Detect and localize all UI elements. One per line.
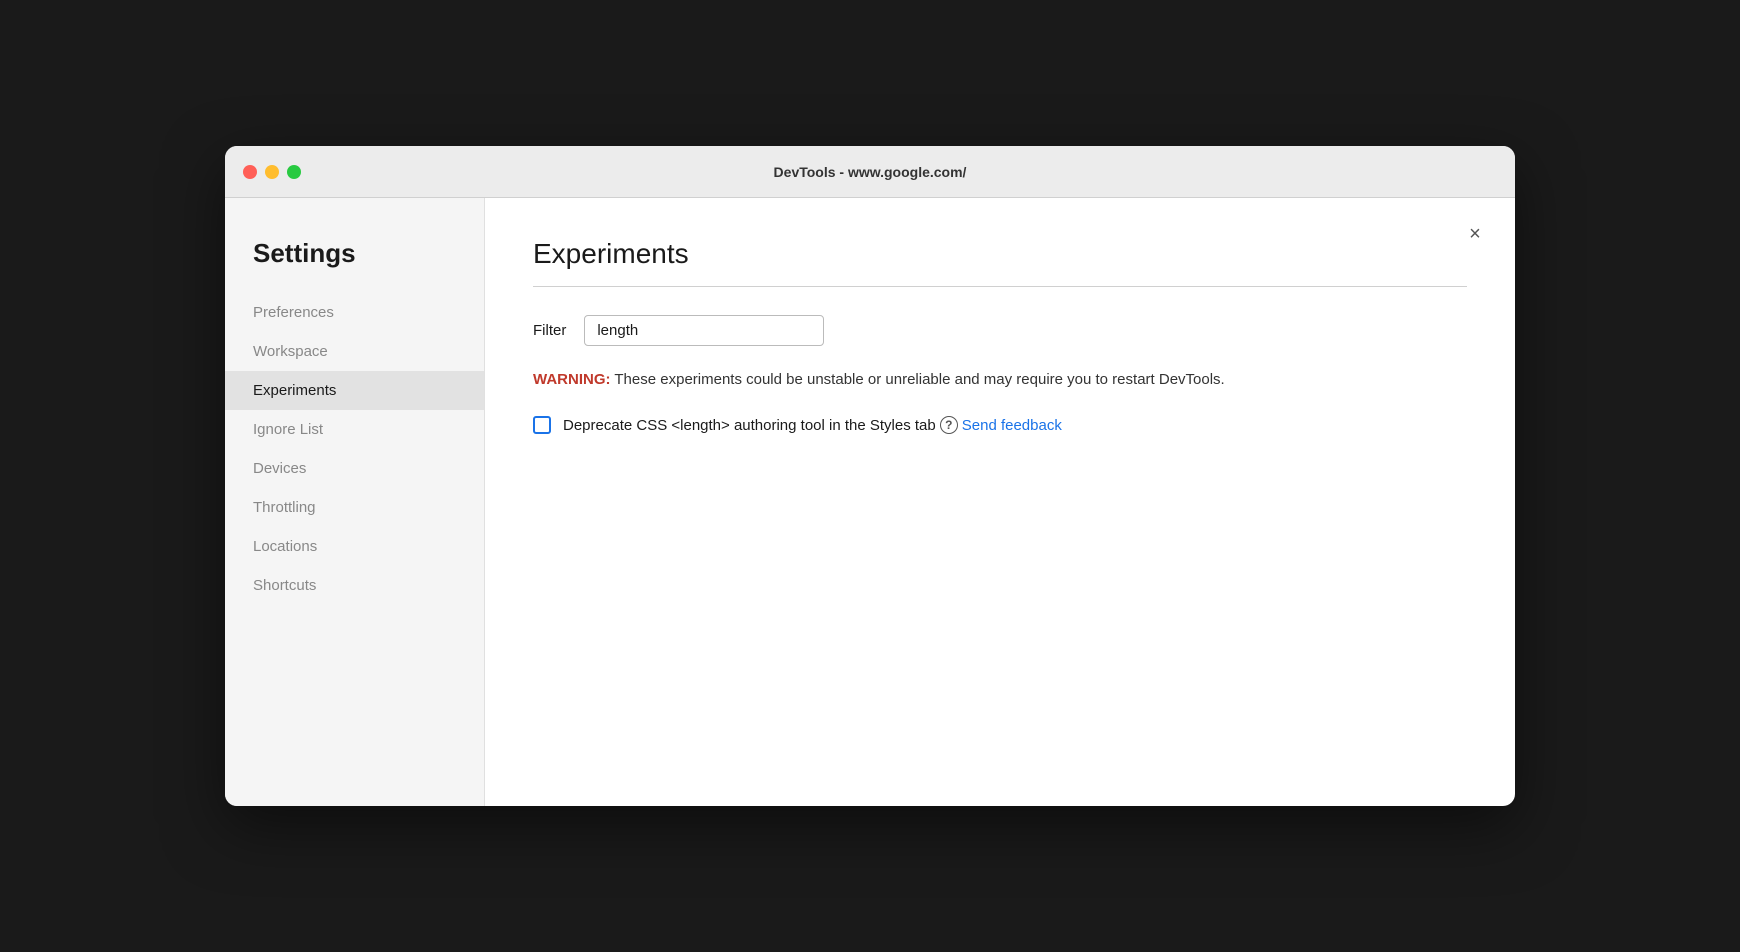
page-title: Experiments — [533, 238, 1467, 270]
filter-label: Filter — [533, 322, 566, 339]
window-title: DevTools - www.google.com/ — [774, 164, 967, 180]
window-body: Settings Preferences Workspace Experimen… — [225, 198, 1515, 806]
warning-label: WARNING: — [533, 371, 611, 388]
devtools-window: DevTools - www.google.com/ Settings Pref… — [225, 146, 1515, 806]
sidebar-item-throttling[interactable]: Throttling — [225, 488, 484, 527]
section-divider — [533, 286, 1467, 287]
minimize-traffic-light[interactable] — [265, 165, 279, 179]
experiment-row: Deprecate CSS <length> authoring tool in… — [533, 416, 1467, 434]
send-feedback-link[interactable]: Send feedback — [962, 417, 1062, 434]
warning-text: WARNING: These experiments could be unst… — [533, 368, 1467, 392]
sidebar-item-workspace[interactable]: Workspace — [225, 332, 484, 371]
experiment-row-inner: Deprecate CSS <length> authoring tool in… — [563, 416, 1062, 434]
sidebar: Settings Preferences Workspace Experimen… — [225, 198, 485, 806]
experiment-label: Deprecate CSS <length> authoring tool in… — [563, 417, 936, 434]
filter-input[interactable] — [584, 315, 824, 346]
sidebar-item-ignore-list[interactable]: Ignore List — [225, 410, 484, 449]
titlebar: DevTools - www.google.com/ — [225, 146, 1515, 198]
maximize-traffic-light[interactable] — [287, 165, 301, 179]
sidebar-item-devices[interactable]: Devices — [225, 449, 484, 488]
close-traffic-light[interactable] — [243, 165, 257, 179]
sidebar-item-experiments[interactable]: Experiments — [225, 371, 484, 410]
close-button[interactable]: × — [1459, 218, 1491, 250]
sidebar-item-shortcuts[interactable]: Shortcuts — [225, 566, 484, 605]
warning-body: These experiments could be unstable or u… — [611, 371, 1225, 388]
traffic-lights — [243, 165, 301, 179]
main-content: × Experiments Filter WARNING: These expe… — [485, 198, 1515, 806]
experiment-checkbox[interactable] — [533, 416, 551, 434]
sidebar-item-preferences[interactable]: Preferences — [225, 293, 484, 332]
filter-row: Filter — [533, 315, 1467, 346]
sidebar-item-locations[interactable]: Locations — [225, 527, 484, 566]
help-icon[interactable]: ? — [940, 416, 958, 434]
sidebar-heading: Settings — [225, 238, 484, 293]
